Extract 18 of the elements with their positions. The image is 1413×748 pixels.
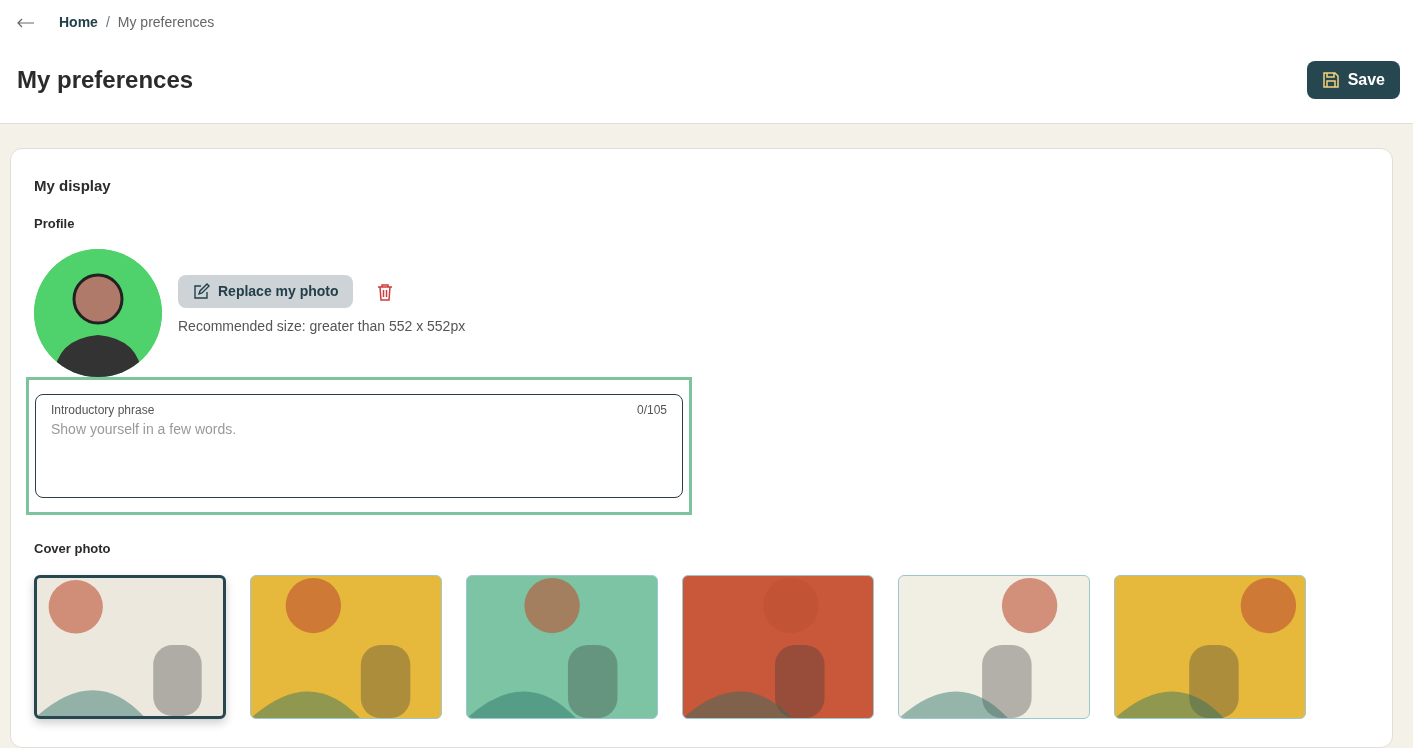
cover-photo-option[interactable]: [34, 574, 226, 719]
breadcrumb-separator: /: [105, 13, 110, 32]
cover-photo-heading: Cover photo: [34, 540, 112, 558]
field-label: Introductory phrase: [51, 402, 155, 419]
profile-heading: Profile: [34, 214, 76, 233]
intro-phrase-field[interactable]: Introductory phrase 0/105 Show yourself in a few words.: [35, 394, 683, 498]
section-title: My display: [34, 176, 112, 196]
save-button[interactable]: Save: [1306, 61, 1400, 99]
replace-photo-button[interactable]: Replace my photo: [178, 275, 353, 308]
char-counter: 0/105: [636, 402, 667, 419]
edit-icon: [192, 282, 210, 301]
delete-icon[interactable]: [376, 282, 393, 301]
page-title: My preferences: [17, 65, 194, 95]
size-hint: Recommended size: greater than 552 x 552px: [178, 317, 466, 336]
avatar-icon: [34, 249, 162, 377]
back-arrow-icon[interactable]: [17, 17, 35, 28]
breadcrumb-link[interactable]: Home: [59, 12, 98, 33]
breadcrumb-current: My preferences: [117, 13, 215, 32]
